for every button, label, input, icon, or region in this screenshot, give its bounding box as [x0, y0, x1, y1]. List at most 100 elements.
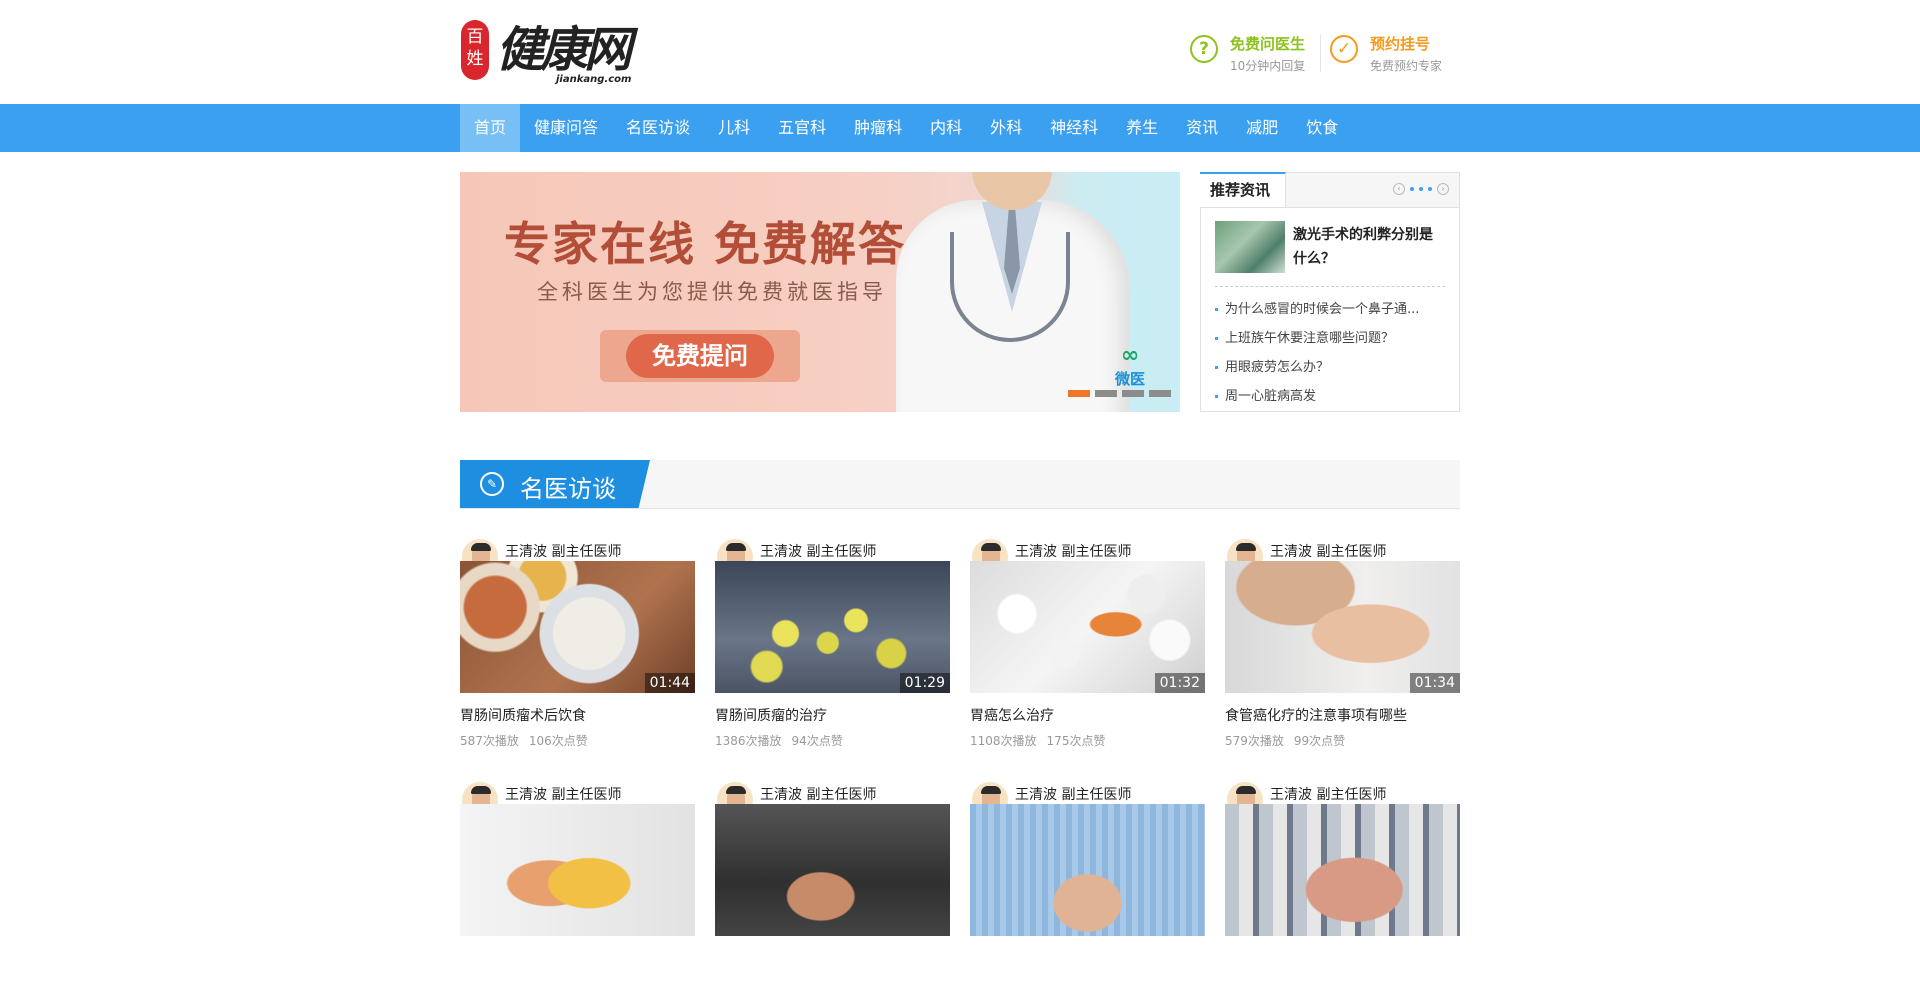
doctor-illustration — [890, 172, 1140, 412]
free-ask-title: 免费问医生 — [1230, 35, 1306, 53]
video-stats: 1386次播放 94次点赞 — [715, 732, 843, 749]
nav-item-weight-loss[interactable]: 减肥 — [1232, 104, 1292, 152]
video-thumbnail[interactable] — [970, 804, 1205, 936]
video-thumbnail[interactable]: 01:32 — [970, 561, 1205, 693]
video-duration: 01:44 — [644, 673, 695, 693]
doctor-name[interactable]: 王清波 副主任医师 — [1270, 784, 1386, 804]
like-count: 175次点赞 — [1046, 734, 1106, 748]
video-thumbnail[interactable] — [460, 804, 695, 936]
nav-item-ent[interactable]: 五官科 — [764, 104, 840, 152]
video-duration: 01:29 — [899, 673, 950, 693]
nav-item-internal-medicine[interactable]: 内科 — [916, 104, 976, 152]
video-duration: 01:32 — [1154, 673, 1205, 693]
video-card[interactable]: 王清波 副主任医师 — [1225, 780, 1460, 1000]
book-subtitle: 免费预约专家 — [1370, 59, 1443, 73]
video-duration: 01:34 — [1409, 673, 1460, 693]
section-header-doctor-interviews: ✎ 名医访谈 — [460, 460, 1460, 509]
video-stats: 587次播放 106次点赞 — [460, 732, 588, 749]
featured-article-thumbnail[interactable] — [1215, 221, 1285, 273]
video-thumbnail[interactable] — [715, 804, 950, 936]
list-item[interactable]: 用眼疲劳怎么办？ — [1215, 353, 1445, 382]
nav-item-health-qa[interactable]: 健康问答 — [520, 104, 612, 152]
doctor-name[interactable]: 王清波 副主任医师 — [760, 541, 876, 561]
doctor-name[interactable]: 王清波 副主任医师 — [505, 541, 621, 561]
slide-dot[interactable] — [1095, 390, 1117, 397]
pager-dot[interactable] — [1419, 187, 1423, 191]
doctor-name[interactable]: 王清波 副主任医师 — [505, 784, 621, 804]
weiyi-logo-icon: ∞ — [1120, 343, 1140, 368]
nav-item-doctor-interviews[interactable]: 名医访谈 — [612, 104, 704, 152]
video-thumbnail[interactable] — [1225, 804, 1460, 936]
logo-brand: 健康网 — [496, 22, 632, 78]
logo-domain: jiankang.com — [556, 74, 632, 85]
video-card[interactable]: 王清波 副主任医师 01:29 胃肠间质瘤的治疗 1386次播放 94次点赞 — [715, 537, 950, 757]
free-ask-subtitle: 10分钟内回复 — [1230, 59, 1306, 73]
featured-article[interactable]: 激光手术的利弊分别是什么？ — [1215, 221, 1445, 279]
nav-item-surgery[interactable]: 外科 — [976, 104, 1036, 152]
video-card[interactable]: 王清波 副主任医师 01:34 食管癌化疗的注意事项有哪些 579次播放 99次点… — [1225, 537, 1460, 757]
doctor-name[interactable]: 王清波 副主任医师 — [1270, 541, 1386, 561]
chevron-right-icon[interactable]: › — [1437, 183, 1449, 195]
video-card[interactable]: 王清波 副主任医师 — [460, 780, 695, 1000]
chevron-left-icon[interactable]: ‹ — [1393, 183, 1405, 195]
nav-item-home[interactable]: 首页 — [460, 104, 521, 152]
slide-dot[interactable] — [1122, 390, 1144, 397]
pager-dot[interactable] — [1410, 187, 1414, 191]
list-item[interactable]: 上班族午休要注意哪些问题？ — [1215, 324, 1445, 353]
banner-subline: 全科医生为您提供免费就医指导 — [537, 280, 887, 304]
divider — [1215, 286, 1445, 287]
site-logo[interactable]: 百姓 健康网 jiankang.com — [460, 18, 632, 90]
nav-item-diet[interactable]: 饮食 — [1292, 104, 1352, 152]
recommended-news-panel: 推荐资讯 ‹ › 激光手术的利弊分别是什么？ 为什么感冒的时候会一个鼻子通...… — [1200, 172, 1460, 412]
main-nav: 首页 健康问答 名医访谈 儿科 五官科 肿瘤科 内科 外科 神经科 养生 资讯 … — [460, 104, 1460, 152]
logo-seal: 百姓 — [461, 20, 489, 80]
banner-headline: 专家在线 免费解答 — [504, 217, 907, 271]
video-card[interactable]: 王清波 副主任医师 — [715, 780, 950, 1000]
section-title[interactable]: 名医访谈 — [520, 469, 616, 504]
play-count: 1108次播放 — [970, 734, 1037, 748]
nav-item-wellness[interactable]: 养生 — [1112, 104, 1172, 152]
video-stats: 579次播放 99次点赞 — [1225, 732, 1345, 749]
recommended-pager: ‹ › — [1393, 183, 1449, 195]
nav-item-pediatrics[interactable]: 儿科 — [704, 104, 764, 152]
nav-item-neurology[interactable]: 神经科 — [1036, 104, 1112, 152]
main-nav-bar: 首页 健康问答 名医访谈 儿科 五官科 肿瘤科 内科 外科 神经科 养生 资讯 … — [0, 104, 1920, 152]
question-circle-icon: ? — [1190, 35, 1218, 63]
free-ask-doctor-link[interactable]: ? 免费问医生 10分钟内回复 — [1190, 30, 1320, 76]
video-title[interactable]: 胃肠间质瘤的治疗 — [715, 705, 827, 725]
free-ask-button[interactable]: 免费提问 — [600, 330, 800, 382]
doctor-name[interactable]: 王清波 副主任医师 — [760, 784, 876, 804]
featured-article-title[interactable]: 激光手术的利弊分别是什么？ — [1293, 223, 1443, 271]
slide-dot[interactable] — [1068, 390, 1090, 397]
like-count: 94次点赞 — [791, 734, 843, 748]
pager-dot[interactable] — [1428, 187, 1432, 191]
book-title: 预约挂号 — [1370, 35, 1431, 53]
video-thumbnail[interactable]: 01:44 — [460, 561, 695, 693]
video-thumbnail[interactable]: 01:29 — [715, 561, 950, 693]
recommended-tabbar: 推荐资讯 ‹ › — [1200, 172, 1459, 208]
play-count: 579次播放 — [1225, 734, 1284, 748]
promo-banner[interactable]: 专家在线 免费解答 全科医生为您提供免费就医指导 免费提问 ∞ 微医 — [460, 172, 1180, 412]
list-item[interactable]: 周一心脏病高发 — [1215, 382, 1445, 411]
free-ask-button-label: 免费提问 — [626, 334, 774, 378]
pill-icon: ✎ — [480, 472, 504, 496]
video-card[interactable]: 王清波 副主任医师 01:44 胃肠间质瘤术后饮食 587次播放 106次点赞 — [460, 537, 695, 757]
video-thumbnail[interactable]: 01:34 — [1225, 561, 1460, 693]
video-card[interactable]: 王清波 副主任医师 — [970, 780, 1205, 1000]
video-title[interactable]: 食管癌化疗的注意事项有哪些 — [1225, 705, 1407, 725]
nav-item-news[interactable]: 资讯 — [1172, 104, 1232, 152]
play-count: 1386次播放 — [715, 734, 782, 748]
tab-recommended-news[interactable]: 推荐资讯 — [1200, 172, 1286, 207]
video-title[interactable]: 胃肠间质瘤术后饮食 — [460, 705, 586, 725]
recommended-list: 为什么感冒的时候会一个鼻子通... 上班族午休要注意哪些问题？ 用眼疲劳怎么办？… — [1215, 295, 1445, 411]
doctor-name[interactable]: 王清波 副主任医师 — [1015, 784, 1131, 804]
doctor-name[interactable]: 王清波 副主任医师 — [1015, 541, 1131, 561]
slide-dot[interactable] — [1149, 390, 1171, 397]
like-count: 106次点赞 — [528, 734, 588, 748]
video-title[interactable]: 胃癌怎么治疗 — [970, 705, 1054, 725]
nav-item-oncology[interactable]: 肿瘤科 — [840, 104, 916, 152]
video-card[interactable]: 王清波 副主任医师 01:32 胃癌怎么治疗 1108次播放 175次点赞 — [970, 537, 1205, 757]
list-item[interactable]: 为什么感冒的时候会一个鼻子通... — [1215, 295, 1445, 324]
like-count: 99次点赞 — [1293, 734, 1346, 748]
book-appointment-link[interactable]: ✓ 预约挂号 免费预约专家 — [1330, 30, 1460, 76]
